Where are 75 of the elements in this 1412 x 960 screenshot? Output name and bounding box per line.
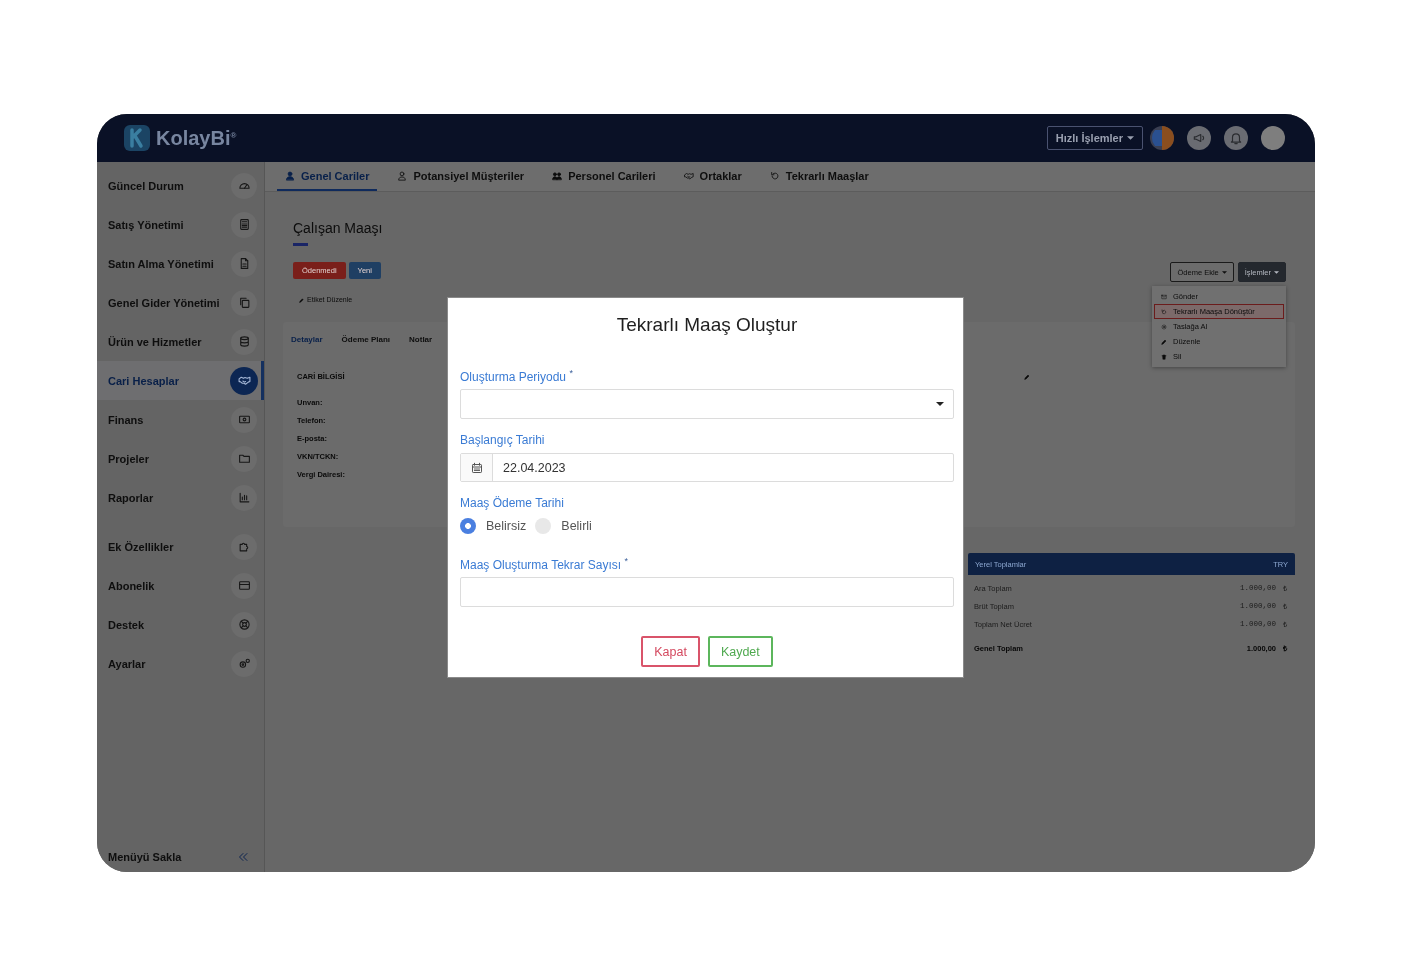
input-field[interactable] [460,577,954,607]
radio-button[interactable] [460,518,476,534]
date-field[interactable]: 22.04.2023 [460,453,954,482]
sidebar-item[interactable]: Ayarlar [97,644,264,683]
subtab[interactable]: Detaylar [291,334,323,346]
bell-icon[interactable] [1224,126,1248,150]
puzzle-icon [231,533,257,560]
avatar-icon[interactable] [1261,126,1285,150]
user-icon [285,170,295,181]
logo-text: KolayBi$^{®}$ [156,126,237,150]
sidebar-item[interactable]: Cari Hesaplar [97,361,264,400]
cog-icon [1161,323,1167,330]
document-icon [231,250,257,277]
user-outline-icon [397,170,408,181]
credit-card-icon [231,572,257,599]
tab[interactable]: Genel Cariler [277,162,378,191]
rotate-arrow-icon [769,170,780,181]
sidebar-item[interactable]: Satış Yönetimi [97,205,264,244]
field-label: Başlangıç Tarihi [460,432,546,448]
sidebar-item[interactable]: Genel Gider Yönetimi [97,283,264,322]
caret-icon [1221,270,1227,274]
tab[interactable]: Tekrarlı Maaşlar [761,162,877,191]
pencil-icon [1161,338,1167,345]
close-button[interactable]: Kapat [641,636,700,667]
envelope-icon [1161,293,1167,300]
tab[interactable]: Personel Carileri [544,162,664,191]
save-button[interactable]: Kaydet [707,636,773,667]
dialog-title: Tekrarlı Maaş Oluştur [615,313,799,337]
sidebar-item[interactable]: Satın Alma Yönetimi [97,244,264,283]
sidebar-item[interactable]: Destek [97,605,264,644]
handshake-icon [683,170,694,181]
sidebar-item[interactable]: Ürün ve Hizmetler [97,322,264,361]
collapse-menu-button[interactable]: Menüyü Sakla [97,842,264,872]
megaphone-icon[interactable] [1187,126,1211,150]
sidebar-item[interactable]: Raporlar [97,478,264,517]
gauge-icon [231,172,257,199]
sidebar-item[interactable]: Güncel Durum [97,166,264,205]
sidebar-item[interactable]: Projeler [97,439,264,478]
pencil-icon[interactable] [1024,374,1030,380]
double-chevron-left-icon [237,851,249,863]
tab[interactable]: Ortaklar [675,162,750,191]
subtab[interactable]: Notlar [409,334,433,346]
calendar-icon [470,461,483,474]
field-label: Maaş Oluşturma Tekrar Sayısı $^{*}$ [460,555,629,573]
quick-actions-button[interactable]: Hızlı İşlemler [1046,126,1143,150]
option-label: Belirsiz [486,519,527,533]
database-icon [231,328,257,355]
banknote-icon [231,406,257,433]
pencil-icon [299,297,304,303]
bar-chart-icon [231,484,257,511]
subtab[interactable]: Ödeme Planı [341,334,391,346]
caret-icon [1127,136,1134,140]
users-icon [552,170,563,181]
select-field[interactable] [460,389,954,419]
option-label: Belirli [561,519,592,533]
page-title: Çalışan Maaşı [293,220,383,236]
sidebar-item[interactable]: Abonelik [97,566,264,605]
sidebar-item[interactable]: Finans [97,400,264,439]
title-underline [293,243,308,246]
handshake-icon [230,366,258,395]
field-label: Oluşturma Periyodu $^{*}$ [460,367,574,385]
rotate-arrow-icon [1161,308,1167,315]
trash-icon [1161,353,1167,360]
lifebuoy-icon [231,611,257,638]
gears-icon [231,650,257,677]
tab[interactable]: Potansiyel Müşteriler [389,162,533,191]
caret-icon [1274,270,1279,274]
copy-icon [231,289,257,316]
caret-icon [936,402,944,406]
sidebar-item[interactable]: Ek Özellikler [97,527,264,566]
field-label: Maaş Ödeme Tarihi [460,495,565,511]
calculator-icon [231,211,257,238]
color-circle-icon[interactable] [1150,126,1174,150]
logo-icon [124,125,150,151]
folder-icon [231,445,257,472]
